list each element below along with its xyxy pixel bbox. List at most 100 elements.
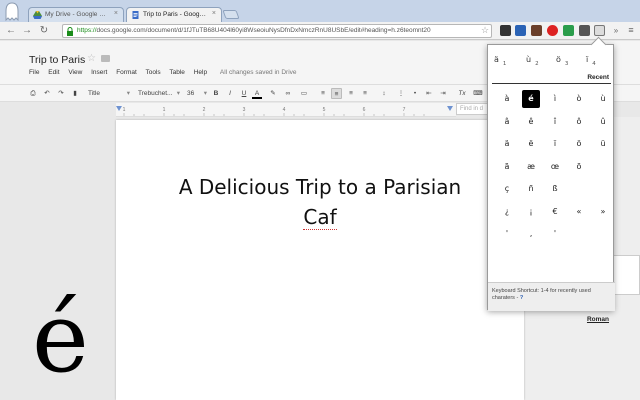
folder-icon[interactable] [101, 55, 110, 62]
character-cell[interactable]: ß [546, 180, 564, 198]
more-extensions-icon[interactable]: » [609, 24, 623, 38]
new-tab-button[interactable] [222, 10, 240, 19]
recent-character[interactable]: ï4 [586, 55, 616, 71]
back-arrow-icon[interactable]: ← [4, 24, 18, 38]
comment-icon[interactable]: ▭ [299, 88, 309, 99]
character-cell[interactable]: ' [546, 225, 564, 243]
sidebar-tab[interactable] [612, 255, 640, 295]
line-spacing-icon[interactable]: ↕ [378, 88, 390, 99]
character-cell[interactable]: « [570, 203, 588, 221]
character-cell[interactable]: à [498, 90, 516, 108]
style-select[interactable]: Title [86, 88, 130, 99]
increase-indent-icon[interactable]: ⇥ [438, 88, 448, 99]
close-icon[interactable]: × [212, 10, 216, 17]
recent-character[interactable]: ù2 [526, 55, 556, 71]
character-grid-row: âêîôû [493, 113, 611, 136]
character-cell[interactable]: ã [498, 158, 516, 176]
tab-trip-to-paris[interactable]: Trip to Paris - Google Drive × [126, 7, 222, 23]
menu-format[interactable]: Format [116, 69, 137, 76]
align-left-icon[interactable]: ≡ [318, 88, 328, 99]
document-page[interactable]: A Delicious Trip to a Parisian Caf [116, 120, 524, 400]
menu-help[interactable]: Help [194, 69, 207, 76]
blue-extension-icon[interactable] [515, 25, 526, 36]
character-cell[interactable]: ñ [522, 180, 540, 198]
underline-button[interactable]: U [239, 88, 249, 99]
document-heading[interactable]: A Delicious Trip to a Parisian Caf [116, 172, 524, 232]
character-cell[interactable]: î [546, 113, 564, 131]
font-select[interactable]: Trebuchet... [136, 88, 180, 99]
character-cell[interactable]: é [522, 90, 540, 108]
character-cell[interactable]: ä [498, 135, 516, 153]
link-icon[interactable]: ∞ [283, 88, 293, 99]
tab-my-drive[interactable]: My Drive - Google Drive × [28, 7, 124, 22]
menu-edit[interactable]: Edit [48, 69, 59, 76]
bookmark-star-icon[interactable]: ☆ [481, 24, 489, 36]
character-cell[interactable]: â [498, 113, 516, 131]
menu-icon[interactable]: ≡ [624, 24, 638, 38]
brown-extension-icon[interactable] [531, 25, 542, 36]
character-cell[interactable]: ü [594, 135, 612, 153]
character-cell[interactable]: ç [498, 180, 516, 198]
layers-extension-icon[interactable] [579, 25, 590, 36]
document-title[interactable]: Trip to Paris [29, 54, 85, 66]
recent-character[interactable]: ä1 [494, 55, 524, 71]
character-cell[interactable]: æ [522, 158, 540, 176]
menu-file[interactable]: File [29, 69, 39, 76]
character-cell[interactable]: » [594, 203, 612, 221]
character-cell[interactable]: ¡ [522, 203, 540, 221]
character-cell[interactable]: ‚ [522, 225, 540, 243]
character-cell[interactable]: ù [594, 90, 612, 108]
help-link[interactable]: ? [520, 295, 523, 301]
reload-icon[interactable]: ↻ [37, 24, 51, 38]
character-cell[interactable]: ô [570, 113, 588, 131]
highlight-icon[interactable]: ✎ [268, 88, 278, 99]
character-cell[interactable]: ' [498, 225, 516, 243]
print-icon[interactable]: ⎙ [28, 88, 38, 99]
numbered-list-icon[interactable]: ⋮ [396, 88, 406, 99]
menu-view[interactable]: View [68, 69, 82, 76]
character-grid-row: çñß [493, 180, 611, 203]
address-bar[interactable]: https://docs.google.com/document/d/1fJTu… [62, 24, 492, 38]
character-cell[interactable]: ò [570, 90, 588, 108]
roman-charset-link[interactable]: Roman [587, 316, 609, 323]
opera-extension-icon[interactable] [547, 25, 558, 36]
character-cell[interactable]: œ [546, 158, 564, 176]
menu-table[interactable]: Table [169, 69, 185, 76]
special-characters-extension-icon[interactable] [594, 25, 605, 36]
character-cell[interactable]: € [546, 203, 564, 221]
menu-tools[interactable]: Tools [145, 69, 160, 76]
character-cell[interactable]: ï [546, 135, 564, 153]
input-tools-icon[interactable]: ⌨ [472, 88, 484, 99]
forward-arrow-icon[interactable]: → [20, 24, 34, 38]
profile-ghost-icon[interactable] [5, 2, 19, 21]
clear-formatting-button[interactable]: Tx [456, 88, 468, 99]
bulleted-list-icon[interactable]: • [410, 88, 420, 99]
font-size-select[interactable]: 36 [185, 88, 207, 99]
text-color-button[interactable]: A [252, 88, 262, 99]
character-cell[interactable]: ë [522, 135, 540, 153]
paint-format-icon[interactable]: ▮ [70, 88, 80, 99]
decrease-indent-icon[interactable]: ⇤ [424, 88, 434, 99]
character-cell[interactable]: ê [522, 113, 540, 131]
green-extension-icon[interactable] [563, 25, 574, 36]
character-cell[interactable]: ö [570, 135, 588, 153]
find-in-document-input[interactable]: Find in d [456, 103, 490, 115]
undo-icon[interactable]: ↶ [42, 88, 52, 99]
browser-toolbar: ← → ↻ https://docs.google.com/document/d… [0, 22, 640, 40]
justify-icon[interactable]: ≡ [360, 88, 370, 99]
character-cell[interactable]: ¿ [498, 203, 516, 221]
align-center-icon[interactable]: ≡ [331, 88, 342, 99]
redo-icon[interactable]: ↷ [56, 88, 66, 99]
align-right-icon[interactable]: ≡ [346, 88, 356, 99]
gear-extension-icon[interactable] [500, 25, 511, 36]
character-cell[interactable]: ì [546, 90, 564, 108]
recent-character[interactable]: ö3 [556, 55, 586, 71]
menu-insert[interactable]: Insert [91, 69, 107, 76]
close-icon[interactable]: × [114, 10, 118, 17]
ruler-number: 2 [203, 107, 206, 113]
character-cell[interactable]: û [594, 113, 612, 131]
italic-button[interactable]: I [225, 88, 235, 99]
star-icon[interactable]: ☆ [87, 53, 96, 64]
character-cell[interactable]: õ [570, 158, 588, 176]
bold-button[interactable]: B [211, 88, 221, 99]
